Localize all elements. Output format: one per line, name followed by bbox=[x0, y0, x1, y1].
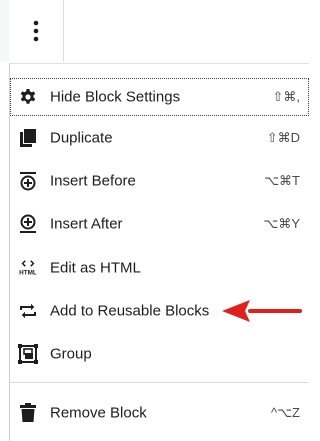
group-icon bbox=[18, 344, 38, 364]
menu-divider bbox=[10, 382, 309, 383]
menu-item-label: Group bbox=[50, 345, 92, 363]
trash-icon bbox=[18, 403, 38, 423]
vertical-ellipsis-icon bbox=[33, 20, 39, 42]
menu-item-remove-block[interactable]: Remove Block ^⌥Z bbox=[10, 394, 309, 432]
reusable-icon bbox=[18, 301, 38, 321]
html-icon-text: HTML bbox=[19, 269, 37, 276]
insert-before-icon bbox=[18, 171, 38, 191]
menu-item-label: Insert After bbox=[50, 215, 123, 233]
menu-item-group[interactable]: Group bbox=[10, 335, 309, 373]
menu-item-hide-block-settings[interactable]: Hide Block Settings ⇧⌘, bbox=[10, 78, 309, 116]
menu-item-label: Hide Block Settings bbox=[50, 88, 181, 106]
gear-icon bbox=[18, 87, 38, 107]
html-icon: HTML bbox=[18, 258, 38, 278]
keyboard-shortcut: ^⌥Z bbox=[270, 405, 300, 420]
block-toolbar bbox=[0, 0, 309, 62]
red-arrow-icon bbox=[222, 300, 302, 322]
menu-item-label: Remove Block bbox=[50, 404, 147, 422]
menu-item-label: Insert Before bbox=[50, 172, 136, 190]
menu-item-duplicate[interactable]: Duplicate ⇧⌘D bbox=[10, 119, 309, 157]
block-options-menu: Hide Block Settings ⇧⌘, Duplicate ⇧⌘D In… bbox=[9, 63, 309, 441]
keyboard-shortcut: ⌥⌘Y bbox=[263, 216, 300, 231]
keyboard-shortcut: ⇧⌘D bbox=[266, 130, 300, 145]
menu-item-edit-as-html[interactable]: HTML Edit as HTML bbox=[10, 249, 309, 287]
duplicate-icon bbox=[18, 128, 38, 148]
menu-item-insert-before[interactable]: Insert Before ⌥⌘T bbox=[10, 162, 309, 200]
keyboard-shortcut: ⌥⌘T bbox=[264, 173, 300, 188]
menu-item-label: Add to Reusable Blocks bbox=[50, 302, 210, 320]
more-options-button[interactable] bbox=[9, 0, 64, 62]
menu-item-label: Duplicate bbox=[50, 129, 113, 147]
menu-item-insert-after[interactable]: Insert After ⌥⌘Y bbox=[10, 205, 309, 243]
menu-item-label: Edit as HTML bbox=[50, 259, 141, 277]
keyboard-shortcut: ⇧⌘, bbox=[272, 89, 300, 104]
insert-after-icon bbox=[18, 214, 38, 234]
